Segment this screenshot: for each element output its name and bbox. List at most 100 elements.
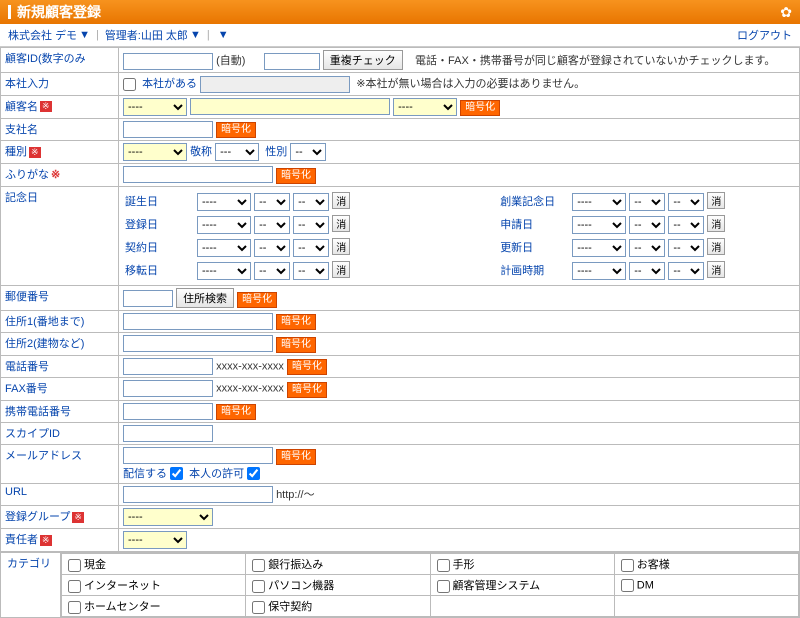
- clear-button[interactable]: 消: [707, 261, 725, 278]
- postal-search-button[interactable]: 住所検索: [176, 288, 234, 308]
- year-select[interactable]: ----: [197, 193, 251, 211]
- honorific-select[interactable]: ---: [215, 143, 259, 161]
- label-addr1: 住所1(番地まで): [1, 310, 119, 333]
- month-select[interactable]: --: [629, 216, 665, 234]
- category-checkbox[interactable]: [252, 559, 265, 572]
- deliver-checkbox[interactable]: [170, 467, 183, 480]
- branch-input[interactable]: [123, 121, 213, 138]
- day-select[interactable]: --: [293, 239, 329, 257]
- hq-input[interactable]: [200, 76, 350, 93]
- encrypt-tag[interactable]: 暗号化: [216, 404, 256, 420]
- category-checkbox[interactable]: [68, 580, 81, 593]
- clear-button[interactable]: 消: [332, 261, 350, 278]
- fax-placeholder: xxxx-xxx-xxxx: [216, 383, 284, 395]
- group-select[interactable]: ----: [123, 508, 213, 526]
- clear-button[interactable]: 消: [707, 192, 725, 209]
- day-select[interactable]: --: [668, 216, 704, 234]
- category-label: お客様: [637, 559, 670, 571]
- permission-checkbox[interactable]: [247, 467, 260, 480]
- category-label: 現金: [84, 559, 106, 571]
- month-select[interactable]: --: [629, 239, 665, 257]
- clear-button[interactable]: 消: [332, 238, 350, 255]
- year-select[interactable]: ----: [197, 216, 251, 234]
- category-checkbox[interactable]: [252, 580, 265, 593]
- name-prefix-select[interactable]: ----: [123, 98, 187, 116]
- customer-name-input[interactable]: [190, 98, 390, 115]
- gear-icon[interactable]: ✿: [780, 4, 792, 21]
- skype-input[interactable]: [123, 425, 213, 442]
- day-select[interactable]: --: [668, 193, 704, 211]
- type-select[interactable]: ----: [123, 143, 187, 161]
- logout-link[interactable]: ログアウト: [737, 27, 792, 43]
- year-select[interactable]: ----: [572, 216, 626, 234]
- customer-id-input[interactable]: [123, 53, 213, 70]
- month-select[interactable]: --: [254, 239, 290, 257]
- year-select[interactable]: ----: [197, 239, 251, 257]
- day-select[interactable]: --: [293, 216, 329, 234]
- dup-check-button[interactable]: 重複チェック: [323, 50, 403, 70]
- day-select[interactable]: --: [668, 262, 704, 280]
- clear-button[interactable]: 消: [332, 192, 350, 209]
- encrypt-tag[interactable]: 暗号化: [287, 382, 327, 398]
- date-label: 更新日: [500, 237, 570, 258]
- year-select[interactable]: ----: [572, 262, 626, 280]
- encrypt-tag[interactable]: 暗号化: [237, 292, 277, 308]
- year-select[interactable]: ----: [572, 193, 626, 211]
- category-checkbox[interactable]: [437, 580, 450, 593]
- encrypt-tag[interactable]: 暗号化: [276, 314, 316, 330]
- category-label: パソコン機器: [268, 580, 334, 592]
- category-checkbox[interactable]: [437, 559, 450, 572]
- chevron-down-icon[interactable]: ▼: [190, 29, 201, 41]
- category-checkbox[interactable]: [621, 559, 634, 572]
- auto-label: (自動): [216, 55, 245, 67]
- honorific-label: 敬称: [190, 146, 212, 158]
- tel-input[interactable]: [123, 358, 213, 375]
- furigana-input[interactable]: [123, 166, 273, 183]
- gender-select[interactable]: --: [290, 143, 326, 161]
- clear-button[interactable]: 消: [707, 215, 725, 232]
- month-select[interactable]: --: [254, 216, 290, 234]
- dup-check-input[interactable]: [264, 53, 320, 70]
- category-checkbox[interactable]: [68, 601, 81, 614]
- encrypt-tag[interactable]: 暗号化: [276, 337, 316, 353]
- encrypt-tag[interactable]: 暗号化: [276, 168, 316, 184]
- day-select[interactable]: --: [293, 262, 329, 280]
- month-select[interactable]: --: [629, 193, 665, 211]
- clear-button[interactable]: 消: [707, 238, 725, 255]
- dup-check-note: 電話・FAX・携帯番号が同じ顧客が登録されていないかチェックします。: [415, 55, 775, 67]
- category-checkbox[interactable]: [252, 601, 265, 614]
- day-select[interactable]: --: [293, 193, 329, 211]
- date-grid: 誕生日 ---- -- -- 消創業記念日 ---- -- -- 消登録日 --…: [123, 189, 733, 283]
- label-type: 種別※: [1, 141, 119, 164]
- category-checkbox[interactable]: [68, 559, 81, 572]
- encrypt-tag[interactable]: 暗号化: [276, 449, 316, 465]
- encrypt-tag[interactable]: 暗号化: [287, 359, 327, 375]
- category-checkbox[interactable]: [621, 579, 634, 592]
- day-select[interactable]: --: [668, 239, 704, 257]
- year-select[interactable]: ----: [572, 239, 626, 257]
- hq-checkbox[interactable]: [123, 78, 136, 91]
- mobile-input[interactable]: [123, 403, 213, 420]
- postal-input[interactable]: [123, 290, 173, 307]
- clear-button[interactable]: 消: [332, 215, 350, 232]
- fax-input[interactable]: [123, 380, 213, 397]
- url-input[interactable]: [123, 486, 273, 503]
- encrypt-tag[interactable]: 暗号化: [460, 100, 500, 116]
- year-select[interactable]: ----: [197, 262, 251, 280]
- label-postal: 郵便番号: [1, 285, 119, 310]
- chevron-down-icon[interactable]: ▼: [79, 29, 90, 41]
- month-select[interactable]: --: [629, 262, 665, 280]
- addr1-input[interactable]: [123, 313, 273, 330]
- encrypt-tag[interactable]: 暗号化: [216, 122, 256, 138]
- date-label: 計画時期: [500, 260, 570, 281]
- email-input[interactable]: [123, 447, 273, 464]
- month-select[interactable]: --: [254, 193, 290, 211]
- chevron-down-icon[interactable]: ▼: [218, 29, 229, 41]
- addr2-input[interactable]: [123, 335, 273, 352]
- company-name[interactable]: デモ: [55, 27, 77, 43]
- admin-name[interactable]: 山田 太郎: [141, 27, 188, 43]
- month-select[interactable]: --: [254, 262, 290, 280]
- owner-select[interactable]: ----: [123, 531, 187, 549]
- name-suffix-select[interactable]: ----: [393, 98, 457, 116]
- date-label: 登録日: [125, 214, 195, 235]
